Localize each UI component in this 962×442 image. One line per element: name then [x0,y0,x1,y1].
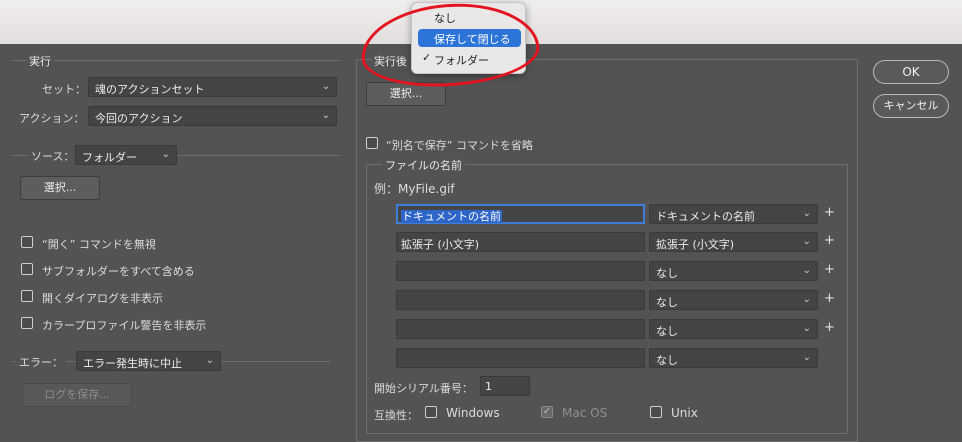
set-select-value: 魂のアクションセット [95,83,205,96]
source-choose-button[interactable]: 選択... [20,176,100,200]
action-select-value: 今回のアクション [95,112,183,125]
source-label: ソース： [28,148,78,164]
name-select-3-value: なし [656,267,678,280]
file-naming-title: ファイルの名前 [382,157,465,173]
chevron-down-icon: ⌄ [802,208,811,219]
compat-windows-label: Windows [446,406,500,420]
include-subfolders-label: サブフォルダーをすべて含める [42,265,195,278]
save-log-button[interactable]: ログを保存... [22,383,132,407]
source-select-value: フォルダー [82,151,137,164]
override-save-as-label: “別名で保存” コマンドを省略 [386,139,533,152]
compat-macos-label: Mac OS [562,406,608,420]
name-select-4[interactable]: なし ⌄ [649,290,818,310]
set-label: セット： [42,83,86,96]
serial-input[interactable]: 1 [480,376,530,396]
include-subfolders-checkbox[interactable] [21,263,33,275]
name-select-6-value: なし [656,354,678,367]
check-icon: ✓ [542,406,552,417]
compat-windows-checkbox[interactable] [425,406,437,418]
name-field-6[interactable] [396,348,645,368]
compat-unix-label: Unix [671,406,698,420]
ignore-open-checkbox[interactable] [21,236,33,248]
suppress-open-dialog-label: 開くダイアログを非表示 [42,292,163,305]
override-save-as-checkbox[interactable] [366,137,378,149]
suppress-color-warning-checkbox[interactable] [21,317,33,329]
cancel-button[interactable]: キャンセル [873,94,949,118]
ignore-open-label: “開く” コマンドを無視 [42,238,156,251]
chevron-down-icon: ⌄ [802,323,811,334]
action-select[interactable]: 今回のアクション ⌄ [88,106,337,126]
name-field-5[interactable] [396,319,645,339]
suppress-open-dialog-checkbox[interactable] [21,290,33,302]
name-field-1[interactable]: ドキュメントの名前 [396,204,645,224]
chevron-down-icon: ⌄ [321,110,330,121]
add-row-button[interactable]: + [824,291,835,306]
chevron-down-icon: ⌄ [802,236,811,247]
name-select-5-value: なし [656,325,678,338]
source-select[interactable]: フォルダー ⌄ [75,145,177,165]
name-select-2[interactable]: 拡張子 (小文字) ⌄ [649,232,818,252]
error-select-value: エラー発生時に中止 [83,357,182,370]
chevron-down-icon: ⌄ [802,352,811,363]
action-label: アクション： [19,112,85,125]
file-naming-example: 例：MyFile.gif [374,182,455,196]
error-select[interactable]: エラー発生時に中止 ⌄ [76,351,221,371]
chevron-down-icon: ⌄ [321,81,330,92]
run-section-divider [12,60,340,61]
chevron-down-icon: ⌄ [161,149,170,160]
chevron-down-icon: ⌄ [802,265,811,276]
name-select-4-value: なし [656,296,678,309]
run-section-title: 実行 [26,53,54,69]
compat-macos-checkbox[interactable]: ✓ [541,406,553,418]
batch-dialog: 実行 セット： 魂のアクションセット ⌄ アクション： 今回のアクション ⌄ ソ… [0,44,962,442]
name-field-2[interactable]: 拡張子 (小文字) [396,232,645,252]
error-label: エラー： [16,354,66,370]
compat-unix-checkbox[interactable] [650,406,662,418]
add-row-button[interactable]: + [824,320,835,335]
serial-label: 開始シリアル番号： [374,382,473,395]
chevron-down-icon: ⌄ [802,294,811,305]
compat-label: 互換性： [374,409,418,422]
name-field-3[interactable] [396,261,645,281]
add-row-button[interactable]: + [824,233,835,248]
name-field-1-text: ドキュメントの名前 [401,210,502,223]
name-field-4[interactable] [396,290,645,310]
set-select[interactable]: 魂のアクションセット ⌄ [88,77,337,97]
add-row-button[interactable]: + [824,205,835,220]
name-select-1[interactable]: ドキュメントの名前 ⌄ [649,204,818,224]
add-row-button[interactable]: + [824,262,835,277]
name-select-1-value: ドキュメントの名前 [656,210,755,223]
name-select-3[interactable]: なし ⌄ [649,261,818,281]
chevron-down-icon: ⌄ [205,355,214,366]
suppress-color-warning-label: カラープロファイル警告を非表示 [42,319,207,332]
name-select-6[interactable]: なし ⌄ [649,348,818,368]
name-select-5[interactable]: なし ⌄ [649,319,818,339]
ok-button[interactable]: OK [873,60,949,84]
name-select-2-value: 拡張子 (小文字) [656,238,735,251]
